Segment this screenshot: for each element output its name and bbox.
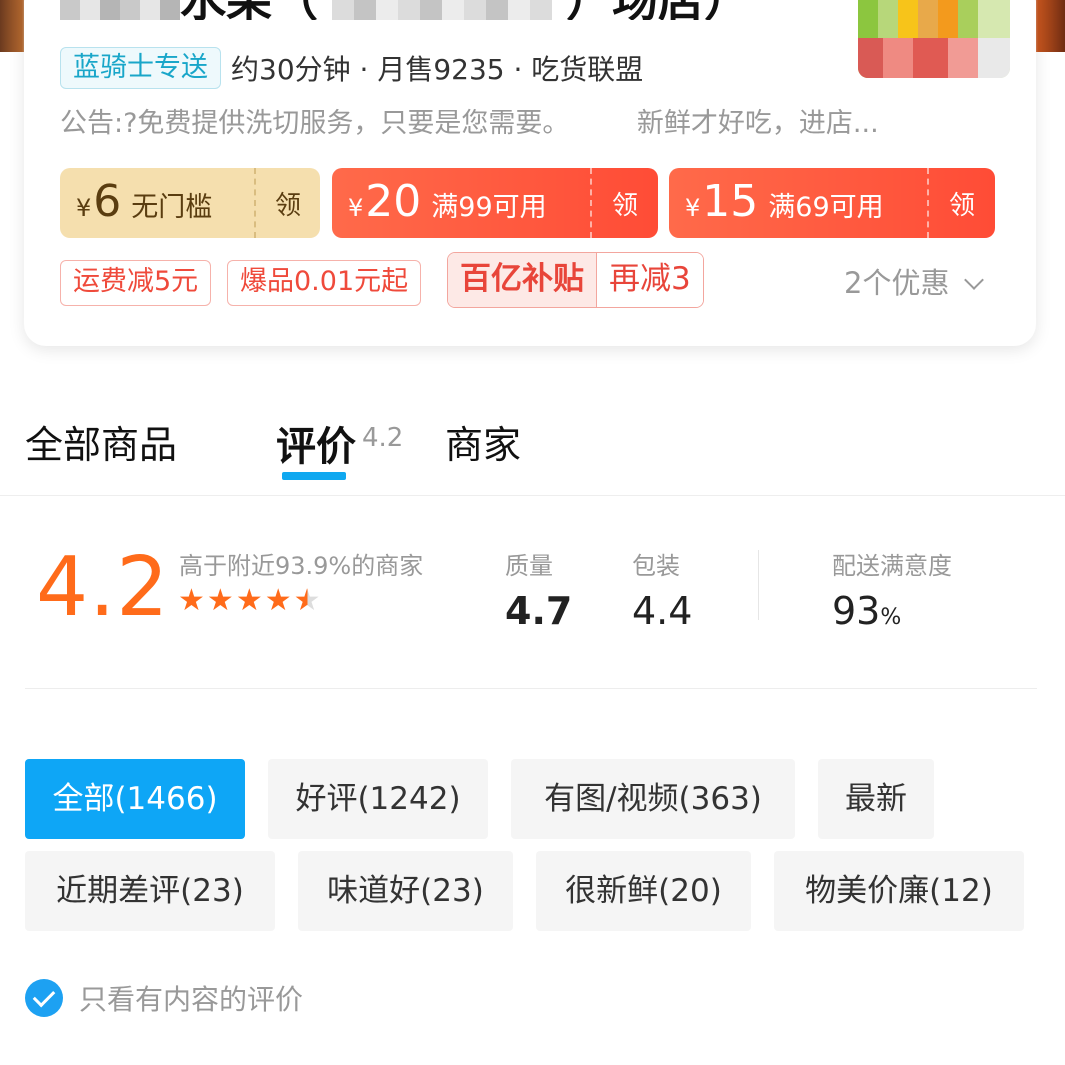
shop-logo[interactable] bbox=[858, 0, 1010, 78]
star-rating: ★ ★ ★ ★ ★ bbox=[178, 586, 323, 616]
chevron-down-icon bbox=[964, 270, 985, 290]
subsidy-extra: 再减3 bbox=[596, 253, 703, 307]
checkmark-icon[interactable] bbox=[25, 979, 63, 1017]
promo-shipping-discount: 运费减5元 bbox=[60, 260, 212, 306]
delivery-tag: 蓝骑士专送 bbox=[60, 47, 221, 89]
tab-bar: 全部商品 评价 4.2 商家 bbox=[0, 400, 1065, 496]
star-icon: ★ bbox=[206, 583, 234, 618]
filter-chip-latest[interactable]: 最新 bbox=[818, 759, 934, 839]
section-divider bbox=[25, 688, 1037, 689]
filter-chip-positive[interactable]: 好评(1242) bbox=[268, 759, 488, 839]
shop-title: 水果（ ）场店） bbox=[60, 0, 750, 20]
metric-value: 4.4 bbox=[632, 589, 693, 633]
filter-chip-value[interactable]: 物美价廉(12) bbox=[774, 851, 1024, 931]
metric-label: 包装 bbox=[632, 552, 680, 580]
filter-chip-tasty[interactable]: 味道好(23) bbox=[298, 851, 513, 931]
coupon-15[interactable]: ¥ 15 满69可用 领 bbox=[669, 168, 995, 238]
tab-reviews-score: 4.2 bbox=[362, 423, 404, 453]
coupon-claim-button[interactable]: 领 bbox=[254, 168, 320, 238]
coupon-no-threshold[interactable]: ¥ 6 无门槛 领 bbox=[60, 168, 320, 238]
tab-reviews-label: 评价 bbox=[276, 424, 356, 470]
vertical-divider bbox=[758, 550, 759, 620]
shop-meta: 蓝骑士专送 约30分钟 · 月售9235 · 吃货联盟 bbox=[60, 47, 643, 89]
subsidy-label: 百亿补贴 bbox=[448, 253, 596, 307]
metric-value: 4.7 bbox=[505, 589, 573, 633]
coupon-20[interactable]: ¥ 20 满99可用 领 bbox=[332, 168, 658, 238]
only-content-label: 只看有内容的评价 bbox=[79, 983, 304, 1016]
tab-all-products[interactable]: 全部商品 bbox=[25, 414, 177, 469]
metric-label: 配送满意度 bbox=[832, 552, 952, 580]
metric-value: 93% bbox=[832, 589, 952, 640]
coupon-condition: 无门槛 bbox=[131, 192, 213, 223]
above-nearby-text: 高于附近93.9%的商家 bbox=[179, 552, 424, 580]
filter-chip-fresh[interactable]: 很新鲜(20) bbox=[536, 851, 751, 931]
shop-meta-text: 约30分钟 · 月售9235 · 吃货联盟 bbox=[231, 53, 644, 86]
coupon-currency: ¥ bbox=[685, 194, 701, 222]
filter-chip-recent-negative[interactable]: 近期差评(23) bbox=[25, 851, 275, 931]
coupon-amount: 15 bbox=[702, 176, 759, 227]
delivery-unit: % bbox=[880, 605, 902, 630]
tab-merchant[interactable]: 商家 bbox=[445, 414, 521, 469]
star-icon: ★ bbox=[264, 583, 292, 618]
coupon-amount: 6 bbox=[93, 176, 122, 227]
metric-delivery: 配送满意度 93% bbox=[832, 546, 952, 640]
coupon-claim-button[interactable]: 领 bbox=[590, 168, 658, 238]
tab-reviews[interactable]: 评价 4.2 bbox=[276, 414, 403, 472]
blurred-text bbox=[60, 0, 180, 20]
promo-hot-item: 爆品0.01元起 bbox=[227, 260, 422, 306]
filter-chip-all[interactable]: 全部(1466) bbox=[25, 759, 245, 839]
star-icon: ★ bbox=[235, 583, 263, 618]
coupon-condition: 满99可用 bbox=[431, 192, 547, 223]
only-content-toggle[interactable]: 只看有内容的评价 bbox=[25, 978, 303, 1018]
offers-expand-button[interactable]: 2个优惠 bbox=[844, 260, 985, 306]
coupon-currency: ¥ bbox=[348, 194, 364, 222]
metric-quality: 质量 4.7 bbox=[505, 546, 572, 633]
filter-chip-media[interactable]: 有图/视频(363) bbox=[511, 759, 795, 839]
offers-count: 2个优惠 bbox=[844, 266, 950, 300]
shop-title-text: 水果（ bbox=[180, 0, 318, 20]
delivery-value: 93 bbox=[832, 589, 881, 633]
coupon-currency: ¥ bbox=[76, 194, 92, 222]
promo-subsidy: 百亿补贴 再减3 bbox=[447, 252, 704, 308]
star-icon: ★ bbox=[178, 583, 205, 618]
coupon-claim-button[interactable]: 领 bbox=[927, 168, 995, 238]
overall-score: 4.2 bbox=[36, 540, 170, 635]
shop-notice[interactable]: 公告:?免费提供洗切服务，只要是您需要。 新鲜才好吃，进店... bbox=[60, 104, 1005, 144]
shop-title-suffix: ）场店） bbox=[566, 0, 750, 20]
coupon-amount: 20 bbox=[365, 176, 422, 227]
active-tab-indicator bbox=[282, 472, 346, 480]
metric-packaging: 包装 4.4 bbox=[632, 546, 692, 633]
shop-card: 水果（ ）场店） 蓝骑士专送 约30分钟 · 月售9235 · 吃货联盟 公告:?… bbox=[24, 0, 1036, 346]
metric-label: 质量 bbox=[505, 552, 553, 580]
star-half-icon: ★ bbox=[293, 583, 321, 618]
blurred-text bbox=[332, 0, 552, 20]
coupon-condition: 满69可用 bbox=[768, 192, 884, 223]
